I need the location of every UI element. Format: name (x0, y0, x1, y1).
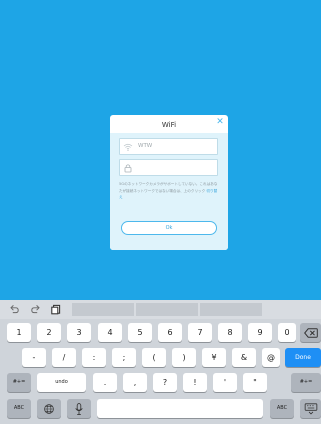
abc-key-left[interactable]: ABC (7, 399, 31, 418)
done-key[interactable]: Done (285, 348, 321, 367)
key-ampersand[interactable]: & (232, 348, 256, 367)
key-quote[interactable]: " (243, 373, 267, 392)
key-exclamation[interactable]: ! (183, 373, 207, 392)
onscreen-keyboard: 1 2 3 4 5 6 7 8 9 0 - / : ; ( ) ¥ & @ Do… (0, 300, 321, 424)
dialog-body: WTW 5Gのネットワークカメラがサポートしていない。これはあなたが接続ネットワ… (110, 133, 228, 250)
note-text: 5Gのネットワークカメラがサポートしていない。これはあなたが接続ネットワークでは… (119, 182, 218, 193)
space-bar[interactable] (97, 399, 263, 418)
key-hyphen[interactable]: - (22, 348, 46, 367)
key-slash[interactable]: / (52, 348, 76, 367)
key-8[interactable]: 8 (218, 323, 242, 342)
wifi-ssid-field[interactable]: WTW (119, 138, 218, 155)
key-colon[interactable]: : (82, 348, 106, 367)
backspace-key[interactable] (300, 323, 321, 342)
hide-keyboard-key[interactable] (300, 399, 321, 418)
ssid-value: WTW (138, 143, 153, 149)
key-at[interactable]: @ (262, 348, 280, 367)
shortcut-bar (0, 300, 321, 319)
key-7[interactable]: 7 (188, 323, 212, 342)
key-0[interactable]: 0 (278, 323, 296, 342)
undo-key[interactable]: undo (37, 373, 86, 392)
backspace-icon (303, 327, 318, 338)
wifi-password-field[interactable] (119, 159, 218, 176)
microphone-key[interactable] (67, 399, 91, 418)
clipboard-icon[interactable] (50, 303, 62, 315)
keyboard-dismiss-icon (304, 402, 317, 414)
ok-button[interactable]: Ok (121, 221, 217, 235)
key-4[interactable]: 4 (98, 323, 122, 342)
candidate-slot[interactable] (72, 303, 134, 316)
key-yen[interactable]: ¥ (202, 348, 226, 367)
key-question[interactable]: ? (153, 373, 177, 392)
close-icon[interactable]: ✕ (215, 117, 225, 127)
key-5[interactable]: 5 (128, 323, 152, 342)
key-9[interactable]: 9 (248, 323, 272, 342)
key-2[interactable]: 2 (37, 323, 61, 342)
key-period[interactable]: . (93, 373, 117, 392)
wifi-dialog: WiFi ✕ WTW 5Gのネットワークカメラがサポートしていない。これはあなた… (110, 115, 228, 250)
microphone-icon (75, 402, 83, 415)
symbols-key-right[interactable]: #+= (291, 373, 321, 392)
dialog-note: 5Gのネットワークカメラがサポートしていない。これはあなたが接続ネットワークでは… (119, 181, 220, 201)
abc-key-right[interactable]: ABC (270, 399, 294, 418)
key-1[interactable]: 1 (7, 323, 31, 342)
lock-icon (124, 164, 132, 173)
wifi-icon (123, 143, 133, 151)
dialog-title: WiFi (161, 121, 177, 129)
key-3[interactable]: 3 (67, 323, 91, 342)
redo-arrow-icon[interactable] (30, 303, 42, 315)
key-6[interactable]: 6 (158, 323, 182, 342)
key-semicolon[interactable]: ; (112, 348, 136, 367)
key-apostrophe[interactable]: ' (213, 373, 237, 392)
key-close-paren[interactable]: ) (172, 348, 196, 367)
globe-icon (44, 403, 54, 414)
candidate-slot[interactable] (136, 303, 198, 316)
globe-key[interactable] (37, 399, 61, 418)
key-comma[interactable]: , (123, 373, 147, 392)
symbols-key-left[interactable]: #+= (7, 373, 31, 392)
key-open-paren[interactable]: ( (142, 348, 166, 367)
candidate-slot[interactable] (200, 303, 262, 316)
undo-arrow-icon[interactable] (8, 303, 20, 315)
